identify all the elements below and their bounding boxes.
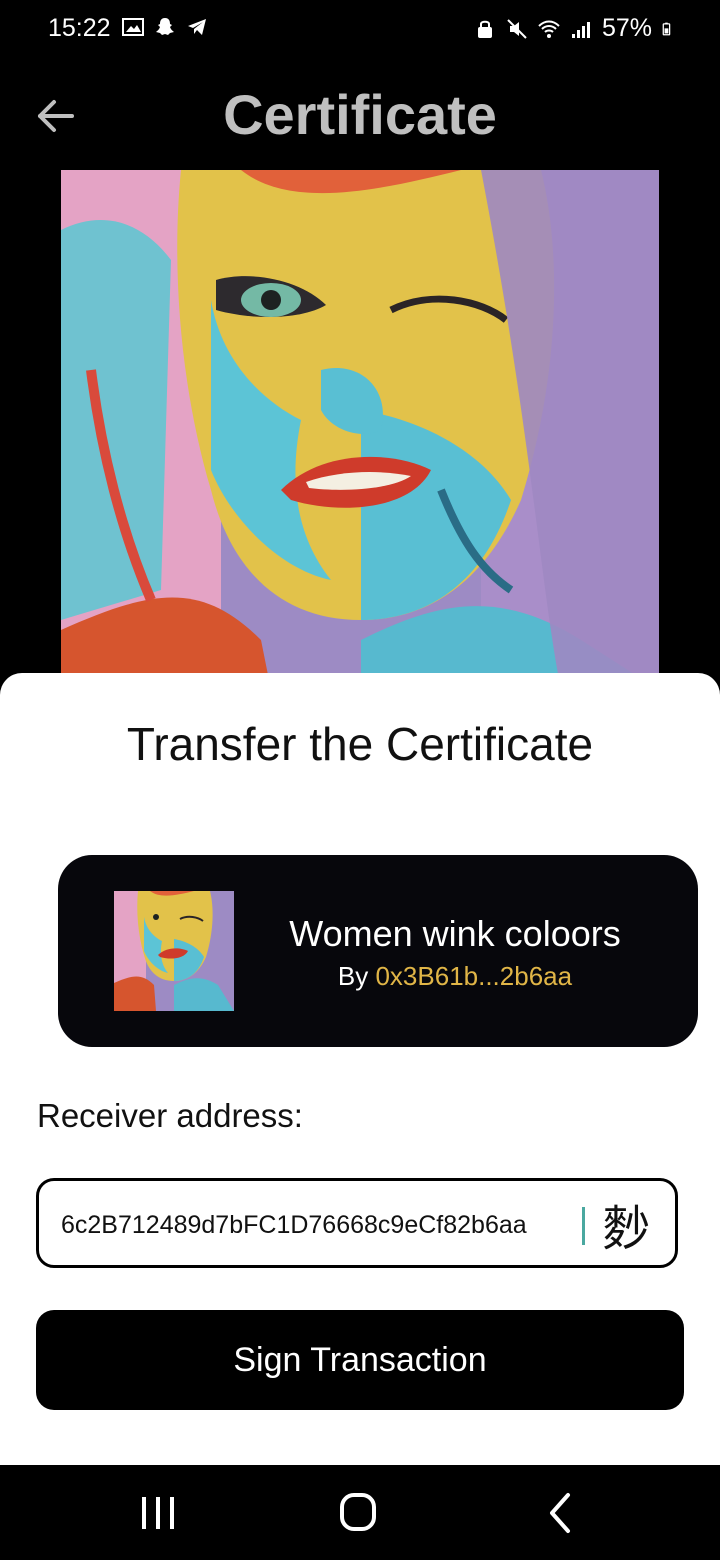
certificate-author-line: By 0x3B61b...2b6aa — [270, 961, 640, 992]
scan-address-button[interactable]: 麨 — [597, 1195, 655, 1257]
home-button[interactable] — [328, 1485, 388, 1541]
certificate-name: Women wink coloors — [289, 913, 621, 954]
author-address: 0x3B61b...2b6aa — [375, 961, 573, 991]
battery-percent: 57% — [601, 14, 652, 42]
system-navigation-bar — [0, 1465, 720, 1560]
recent-apps-button[interactable] — [128, 1485, 188, 1541]
certificate-thumbnail — [114, 891, 234, 1011]
certificate-artwork — [61, 170, 659, 690]
app-bar: Certificate — [0, 70, 720, 160]
signal-icon — [571, 21, 590, 38]
lock-icon — [477, 20, 492, 38]
mute-icon — [507, 18, 527, 39]
certificate-card[interactable]: Women wink coloors By 0x3B61b...2b6aa — [58, 855, 698, 1047]
status-time: 15:22 — [48, 14, 111, 42]
battery-icon — [662, 22, 671, 35]
telegram-icon — [188, 19, 206, 35]
author-prefix: By — [337, 961, 369, 991]
screen: 15:22 57% Certificate Transfer the Certi… — [0, 0, 720, 1560]
receiver-address-value[interactable]: 6c2B712489d7bFC1D76668c9eCf82b6aa — [61, 1211, 527, 1240]
sign-transaction-button[interactable]: Sign Transaction — [36, 1310, 684, 1410]
text-cursor — [582, 1207, 585, 1245]
status-bar: 15:22 57% — [0, 0, 720, 60]
home-icon — [340, 1493, 376, 1531]
page-title: Certificate — [223, 83, 497, 146]
sheet-title: Transfer the Certificate — [126, 718, 594, 770]
chevron-left-icon — [550, 1493, 570, 1533]
snapchat-icon — [156, 18, 174, 35]
scan-glyph-icon: 麨 — [601, 1201, 650, 1257]
wifi-icon — [538, 20, 560, 38]
status-notification-icons — [122, 16, 208, 38]
status-system-icons: 57% — [474, 14, 676, 43]
gallery-icon — [122, 18, 144, 36]
transfer-sheet: Transfer the Certificate Women wink colo… — [0, 673, 720, 1465]
receiver-address-label: Receiver address: — [37, 1097, 303, 1134]
system-back-button[interactable] — [530, 1485, 590, 1541]
recent-apps-icon — [142, 1497, 174, 1529]
receiver-address-input[interactable]: 6c2B712489d7bFC1D76668c9eCf82b6aa 麨 — [36, 1178, 678, 1268]
